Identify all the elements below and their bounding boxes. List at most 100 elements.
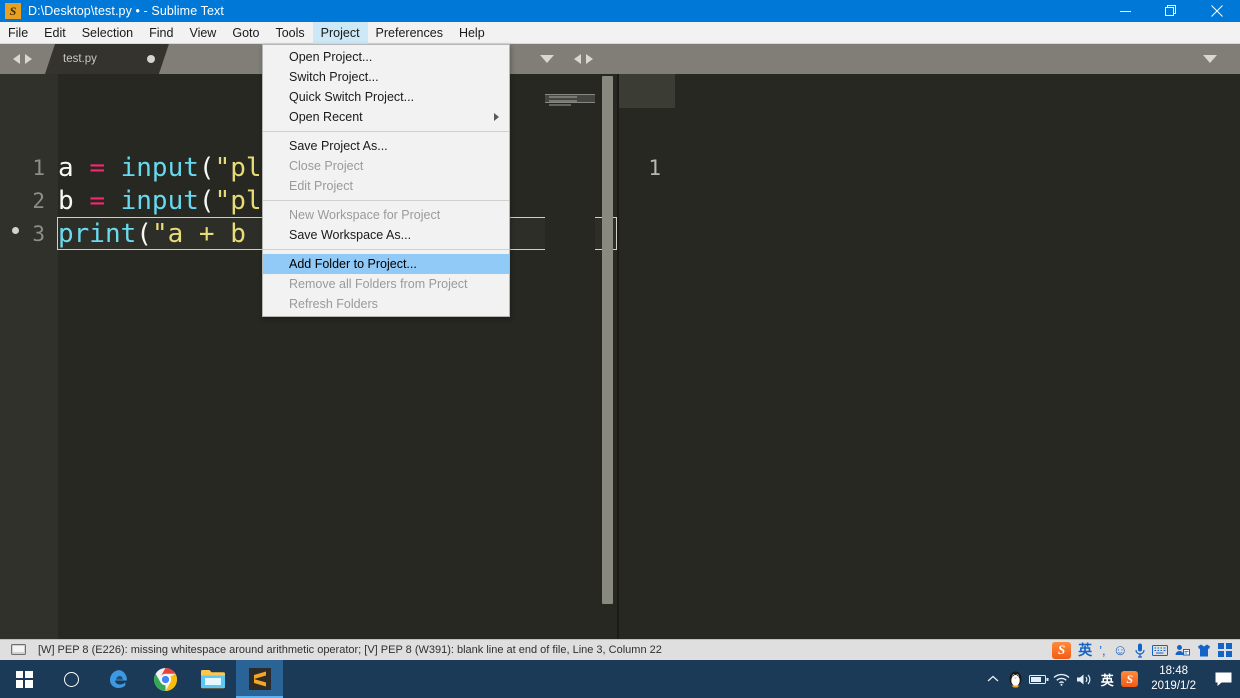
cortana-search-button[interactable] bbox=[48, 660, 95, 698]
chevron-down-icon[interactable] bbox=[1203, 55, 1217, 63]
right-gutter bbox=[619, 74, 675, 108]
action-center-icon[interactable] bbox=[1208, 672, 1238, 687]
chevron-right-icon[interactable] bbox=[25, 54, 32, 64]
windows-logo-icon bbox=[15, 670, 33, 688]
line-number: 1 bbox=[648, 156, 661, 180]
menu-find[interactable]: Find bbox=[141, 22, 181, 44]
window-titlebar: S D:\Desktop\test.py • - Sublime Text bbox=[0, 0, 1240, 22]
menu-item-add-folder-to-project[interactable]: Add Folder to Project... bbox=[263, 254, 509, 274]
menu-separator bbox=[263, 200, 509, 201]
chevron-left-icon[interactable] bbox=[13, 54, 20, 64]
code-token-op: = bbox=[89, 153, 105, 183]
right-tabbar-dropdown[interactable] bbox=[1180, 44, 1240, 74]
clock-date: 2019/1/2 bbox=[1151, 680, 1196, 692]
chevron-right-icon[interactable] bbox=[586, 54, 593, 64]
ime-voice-input-icon[interactable] bbox=[1135, 643, 1145, 658]
code-token-var: b bbox=[58, 186, 74, 216]
minimize-button[interactable] bbox=[1102, 0, 1148, 22]
sogou-tray-icon[interactable]: S bbox=[1118, 671, 1141, 687]
right-editor-pane[interactable]: 1 bbox=[617, 74, 1240, 639]
edge-button[interactable] bbox=[95, 660, 142, 698]
ime-soft-keyboard-icon[interactable] bbox=[1152, 644, 1168, 656]
screen: S D:\Desktop\test.py • - Sublime Text Fi… bbox=[0, 0, 1240, 698]
battery-icon[interactable] bbox=[1027, 674, 1050, 685]
code-token-str: "pl bbox=[214, 186, 262, 216]
left-minimap[interactable] bbox=[545, 74, 595, 639]
code-token-var: a bbox=[58, 153, 74, 183]
menu-goto[interactable]: Goto bbox=[224, 22, 267, 44]
start-button[interactable] bbox=[0, 660, 48, 698]
tab-dirty-indicator-icon bbox=[147, 55, 155, 63]
menu-item-new-workspace-for-project: New Workspace for Project bbox=[289, 208, 441, 222]
right-code-text[interactable] bbox=[675, 74, 1240, 639]
windows-taskbar: 英 S 18:48 2019/1/2 bbox=[0, 660, 1240, 698]
ime-user-icon[interactable] bbox=[1175, 644, 1190, 656]
minimap-viewport[interactable] bbox=[545, 94, 595, 103]
editor-area: test.py 1 2 3 a = input("pl b = input("p… bbox=[0, 44, 1240, 639]
menu-view[interactable]: View bbox=[181, 22, 224, 44]
ime-punctuation-icon[interactable]: ’, bbox=[1099, 644, 1106, 657]
statusbar: [W] PEP 8 (E226): missing whitespace aro… bbox=[0, 639, 1240, 660]
chevron-down-icon[interactable] bbox=[540, 55, 554, 63]
taskbar-clock[interactable]: 18:48 2019/1/2 bbox=[1141, 664, 1208, 694]
tab-test-py[interactable]: test.py bbox=[45, 44, 169, 74]
menu-item-open-recent[interactable]: Open Recent bbox=[263, 107, 509, 127]
chrome-icon bbox=[154, 667, 177, 691]
menu-file[interactable]: File bbox=[0, 22, 36, 44]
menu-item-quick-switch-project[interactable]: Quick Switch Project... bbox=[263, 87, 509, 107]
network-wifi-icon[interactable] bbox=[1050, 673, 1073, 686]
tab-label: test.py bbox=[63, 53, 97, 65]
menu-tools[interactable]: Tools bbox=[267, 22, 312, 44]
code-token-op: = bbox=[89, 186, 105, 216]
menu-project[interactable]: Project bbox=[312, 21, 368, 44]
file-explorer-button[interactable] bbox=[189, 660, 236, 698]
menu-item-save-project-as[interactable]: Save Project As... bbox=[263, 136, 509, 156]
menu-item-close-project: Close Project bbox=[289, 159, 364, 173]
menu-item-open-project[interactable]: Open Project... bbox=[263, 47, 509, 67]
menu-help[interactable]: Help bbox=[451, 22, 493, 44]
ime-chinese-english-icon[interactable]: 英 bbox=[1078, 640, 1092, 660]
edge-icon bbox=[109, 670, 127, 688]
taskbar-tray: 英 S 18:48 2019/1/2 bbox=[981, 660, 1240, 698]
menu-edit[interactable]: Edit bbox=[36, 22, 74, 44]
window-title: D:\Desktop\test.py • - Sublime Text bbox=[28, 4, 224, 18]
right-pane-tabbar bbox=[617, 44, 1240, 74]
ime-skin-icon[interactable] bbox=[1197, 644, 1211, 657]
scrollbar-thumb[interactable] bbox=[602, 76, 613, 604]
left-tabbar-controls bbox=[522, 44, 617, 74]
monitor-icon[interactable] bbox=[11, 644, 26, 656]
ime-toolbox-icon[interactable] bbox=[1218, 643, 1232, 657]
tab-nav-arrows[interactable] bbox=[0, 44, 45, 74]
left-pane-scrollbar[interactable] bbox=[602, 76, 613, 637]
project-dropdown-menu: Open Project... Switch Project... Quick Sw… bbox=[262, 44, 510, 317]
menu-selection[interactable]: Selection bbox=[74, 22, 141, 44]
qq-icon[interactable] bbox=[1004, 671, 1027, 688]
menu-item-save-workspace-as[interactable]: Save Workspace As... bbox=[263, 225, 509, 245]
sublime-text-icon bbox=[248, 668, 271, 690]
maximize-restore-button[interactable] bbox=[1148, 0, 1194, 22]
volume-icon[interactable] bbox=[1073, 673, 1096, 686]
menu-separator bbox=[263, 249, 509, 250]
menu-item-switch-project[interactable]: Switch Project... bbox=[263, 67, 509, 87]
sogou-logo-icon[interactable]: S bbox=[1052, 641, 1072, 659]
code-token-paren: ( bbox=[198, 186, 215, 216]
status-message: [W] PEP 8 (E226): missing whitespace aro… bbox=[38, 644, 662, 656]
menu-preferences[interactable]: Preferences bbox=[368, 22, 451, 44]
code-token-fn: input bbox=[120, 153, 199, 183]
ime-smiley-icon[interactable]: ☺ bbox=[1113, 643, 1128, 658]
statusbar-ime-tray: S 英 ’, ☺ bbox=[1052, 640, 1240, 660]
chrome-button[interactable] bbox=[142, 660, 189, 698]
close-button[interactable] bbox=[1194, 0, 1240, 22]
ime-language-icon[interactable]: 英 bbox=[1096, 670, 1118, 689]
code-line: b = input("pl bbox=[58, 185, 262, 218]
menu-item-refresh-folders: Refresh Folders bbox=[289, 297, 378, 311]
sublime-text-button[interactable] bbox=[236, 660, 283, 698]
show-hidden-icons-icon[interactable] bbox=[981, 674, 1004, 684]
code-token-str: "pl bbox=[214, 153, 262, 183]
chevron-left-icon[interactable] bbox=[574, 54, 581, 64]
line-number: 3 bbox=[32, 222, 45, 246]
window-controls bbox=[1102, 0, 1240, 22]
